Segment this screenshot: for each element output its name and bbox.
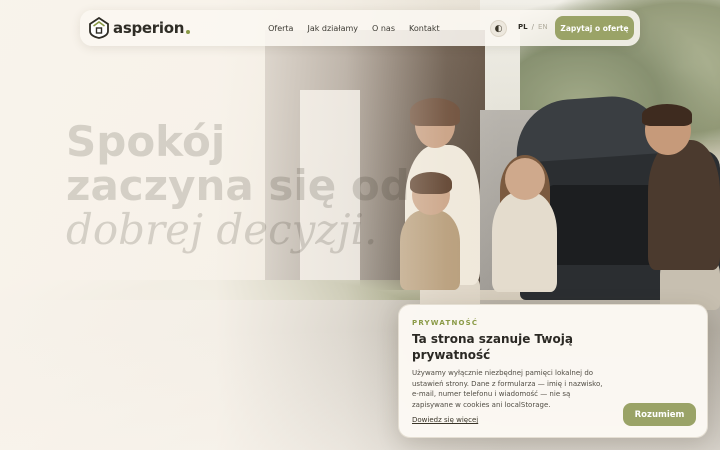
nav-link-kontakt[interactable]: Kontakt (409, 24, 440, 33)
hero-headline-italic: dobrej decyzji. (66, 205, 378, 254)
nav-link-o-nas[interactable]: O nas (372, 24, 395, 33)
lang-separator: / (531, 23, 534, 31)
nav-links: Oferta Jak działamy O nas Kontakt (268, 24, 440, 33)
lang-en-option[interactable]: EN (538, 23, 548, 31)
logo[interactable]: asperion (89, 17, 191, 39)
cookie-banner: PRYWATNOŚĆ Ta strona szanuje Twoją prywa… (398, 304, 708, 438)
hero-headline: Spokój zaczyna się od dobrej decyzji. (66, 120, 426, 252)
logo-dot (186, 30, 191, 34)
cookie-eyebrow: PRYWATNOŚĆ (412, 319, 479, 327)
cookie-title: Ta strona szanuje Twoją prywatność (412, 332, 573, 362)
navbar: asperion Oferta Jak działamy O nas Konta… (80, 10, 640, 46)
request-quote-button[interactable]: Zapytaj o ofertę (555, 16, 634, 40)
house-shield-icon (89, 17, 109, 39)
cookie-accept-button[interactable]: Rozumiem (623, 403, 696, 426)
hero-headline-bold: Spokój zaczyna się od (66, 117, 410, 210)
theme-toggle-button[interactable]: ◐ (490, 20, 507, 37)
contrast-icon: ◐ (494, 23, 503, 34)
nav-link-oferta[interactable]: Oferta (268, 24, 293, 33)
nav-link-jak-dzialamy[interactable]: Jak działamy (307, 24, 358, 33)
hero-content: Spokój zaczyna się od dobrej decyzji. (66, 120, 426, 252)
language-switcher: PL / EN (518, 23, 548, 31)
logo-text: asperion (113, 19, 185, 37)
cookie-learn-more-link[interactable]: Dowiedz się więcej (412, 416, 478, 424)
lang-pl-option[interactable]: PL (518, 23, 528, 31)
cookie-body: Używamy wyłącznie niezbędnej pamięci lok… (412, 369, 603, 409)
